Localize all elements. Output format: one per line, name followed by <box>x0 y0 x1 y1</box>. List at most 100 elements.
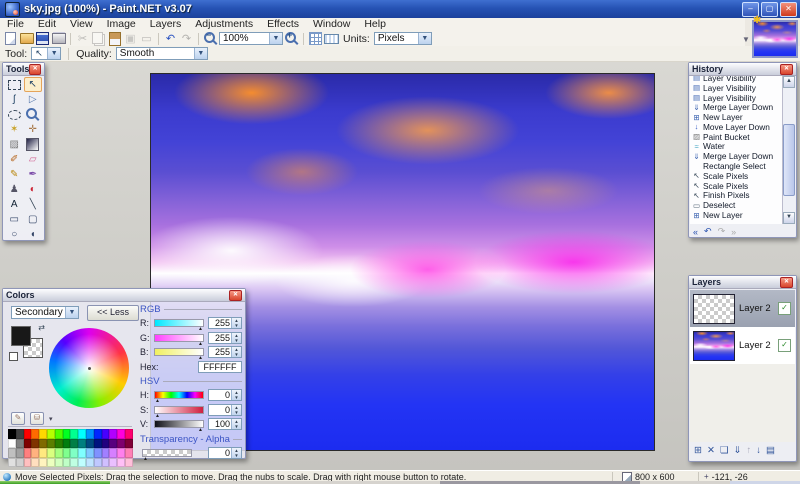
palette-swatch[interactable] <box>78 439 86 449</box>
zoom-level-combo[interactable]: 100%▼ <box>219 32 283 45</box>
layer-properties-button[interactable]: ▤ <box>766 445 775 456</box>
deselect-icon[interactable]: ▭ <box>139 32 154 46</box>
eraser-tool[interactable]: ▱ <box>24 152 43 167</box>
palette-swatch[interactable] <box>78 429 86 439</box>
palette-swatch[interactable] <box>55 429 63 439</box>
menu-item-image[interactable]: Image <box>100 18 143 31</box>
add-palette-color-button[interactable]: ✎ <box>11 412 25 425</box>
palette-swatch[interactable] <box>109 448 117 458</box>
palette-swatch[interactable] <box>24 439 32 449</box>
slider-marker[interactable]: ▲ <box>198 356 203 361</box>
zoom-in-icon[interactable] <box>284 32 299 46</box>
palette-swatch[interactable] <box>8 439 16 449</box>
palette-swatch[interactable] <box>16 439 24 449</box>
palette-swatch[interactable] <box>39 458 47 468</box>
spinner-arrows[interactable]: ▲▼ <box>231 405 241 415</box>
palette-menu-button[interactable]: ⛁ <box>30 412 44 425</box>
scrollbar-thumb[interactable] <box>783 124 795 196</box>
paste-icon[interactable] <box>107 32 122 46</box>
palette-swatch[interactable] <box>16 429 24 439</box>
palette-swatch[interactable] <box>70 439 78 449</box>
save-icon[interactable] <box>35 32 50 46</box>
history-item[interactable]: Rectangle Select <box>690 161 782 171</box>
palette-swatch[interactable] <box>63 429 71 439</box>
palette-swatch[interactable] <box>39 439 47 449</box>
crop-icon[interactable]: ▣ <box>123 32 138 46</box>
menu-item-layers[interactable]: Layers <box>143 18 189 31</box>
clone-stamp-tool[interactable]: ♟ <box>5 182 24 197</box>
layer-row[interactable]: Layer 2✓ <box>690 290 795 327</box>
close-icon[interactable]: ✕ <box>780 277 793 288</box>
spinner-arrows[interactable]: ▲▼ <box>231 347 241 357</box>
move-selection-tool[interactable]: ▷ <box>24 92 43 107</box>
palette-swatch[interactable] <box>117 439 125 449</box>
palette-swatch[interactable] <box>8 448 16 458</box>
rectangle-tool[interactable]: ▭ <box>5 212 24 227</box>
history-item[interactable]: ≈Water <box>690 142 782 152</box>
palette-swatch[interactable] <box>94 458 102 468</box>
palette-swatch[interactable] <box>8 429 16 439</box>
color-mode-combo[interactable]: Secondary ▼ <box>11 306 79 319</box>
pencil-tool[interactable]: ✎ <box>5 167 24 182</box>
palette-swatch[interactable] <box>117 458 125 468</box>
slider-track[interactable]: ▲ <box>154 348 204 356</box>
palette-swatch[interactable] <box>47 448 55 458</box>
ellipse-tool[interactable]: ○ <box>5 227 24 242</box>
palette-swatch[interactable] <box>94 439 102 449</box>
hex-input[interactable]: FFFFFF <box>198 361 242 373</box>
open-image-thumbnail[interactable]: ✱ <box>752 20 798 58</box>
close-icon[interactable]: ✕ <box>29 64 41 75</box>
palette-swatch[interactable] <box>63 448 71 458</box>
delete-layer-button[interactable]: ✕ <box>707 445 715 456</box>
palette-swatch[interactable] <box>55 448 63 458</box>
less-button[interactable]: << Less <box>87 305 139 321</box>
add-layer-button[interactable]: ⊞ <box>694 445 702 456</box>
palette-swatch[interactable] <box>109 439 117 449</box>
color-picker-tool[interactable]: ✒ <box>24 167 43 182</box>
history-scrollbar[interactable]: ▲ ▼ <box>782 76 795 224</box>
recolor-tool[interactable]: ◐ <box>24 182 43 197</box>
palette-swatch[interactable] <box>24 458 32 468</box>
history-item[interactable]: ↖Scale Pixels <box>690 181 782 191</box>
history-item[interactable]: ⊞New Layer <box>690 210 782 220</box>
menu-item-file[interactable]: File <box>0 18 31 31</box>
maximize-button[interactable]: ▢ <box>761 2 778 17</box>
alpha-spinner[interactable]: 0 ▲▼ <box>208 447 242 459</box>
menu-item-window[interactable]: Window <box>306 18 357 31</box>
rewind-button[interactable]: « <box>693 227 698 237</box>
slider-marker[interactable]: ▲ <box>198 327 203 332</box>
palette-swatch[interactable] <box>86 439 94 449</box>
lasso-select-tool[interactable]: ʃ <box>5 92 24 107</box>
slider-track[interactable]: ▲ <box>154 420 204 428</box>
palette-swatch[interactable] <box>117 448 125 458</box>
palette-swatch[interactable] <box>102 448 110 458</box>
new-file-icon[interactable] <box>3 32 18 46</box>
palette-swatch[interactable] <box>63 458 71 468</box>
gradient-tool[interactable] <box>24 137 43 152</box>
redo-icon[interactable]: ↷ <box>179 32 194 46</box>
menu-item-effects[interactable]: Effects <box>260 18 306 31</box>
palette-swatch[interactable] <box>109 429 117 439</box>
layer-visible-checkbox[interactable]: ✓ <box>778 302 791 315</box>
palette-swatch[interactable] <box>55 458 63 468</box>
image-list-chevron-icon[interactable]: ▼ <box>742 35 750 44</box>
undo-button[interactable]: ↶ <box>704 226 712 237</box>
palette-swatch[interactable] <box>78 458 86 468</box>
slider-track[interactable]: ▲ <box>154 334 204 342</box>
history-item[interactable]: ⇓Merge Layer Down <box>690 102 782 112</box>
spinner-arrows[interactable]: ▲▼ <box>231 419 241 429</box>
spinner-arrows[interactable]: ▲▼ <box>231 318 241 328</box>
palette-swatch[interactable] <box>94 448 102 458</box>
rounded-rectangle-tool[interactable]: ▢ <box>24 212 43 227</box>
slider-marker[interactable]: ▲ <box>198 428 203 433</box>
palette-swatch[interactable] <box>125 439 133 449</box>
palette-swatch[interactable] <box>63 439 71 449</box>
layer-row[interactable]: Layer 2✓ <box>690 327 795 364</box>
slider-marker[interactable]: ▲ <box>155 414 160 419</box>
slider-track[interactable]: ▲ <box>154 391 204 399</box>
palette-swatch[interactable] <box>70 458 78 468</box>
history-item[interactable]: ↖Scale Pixels <box>690 171 782 181</box>
merge-layer-down-button[interactable]: ⇓ <box>733 445 741 456</box>
spinner-arrows[interactable]: ▲▼ <box>231 333 241 343</box>
scroll-up-icon[interactable]: ▲ <box>783 76 795 88</box>
